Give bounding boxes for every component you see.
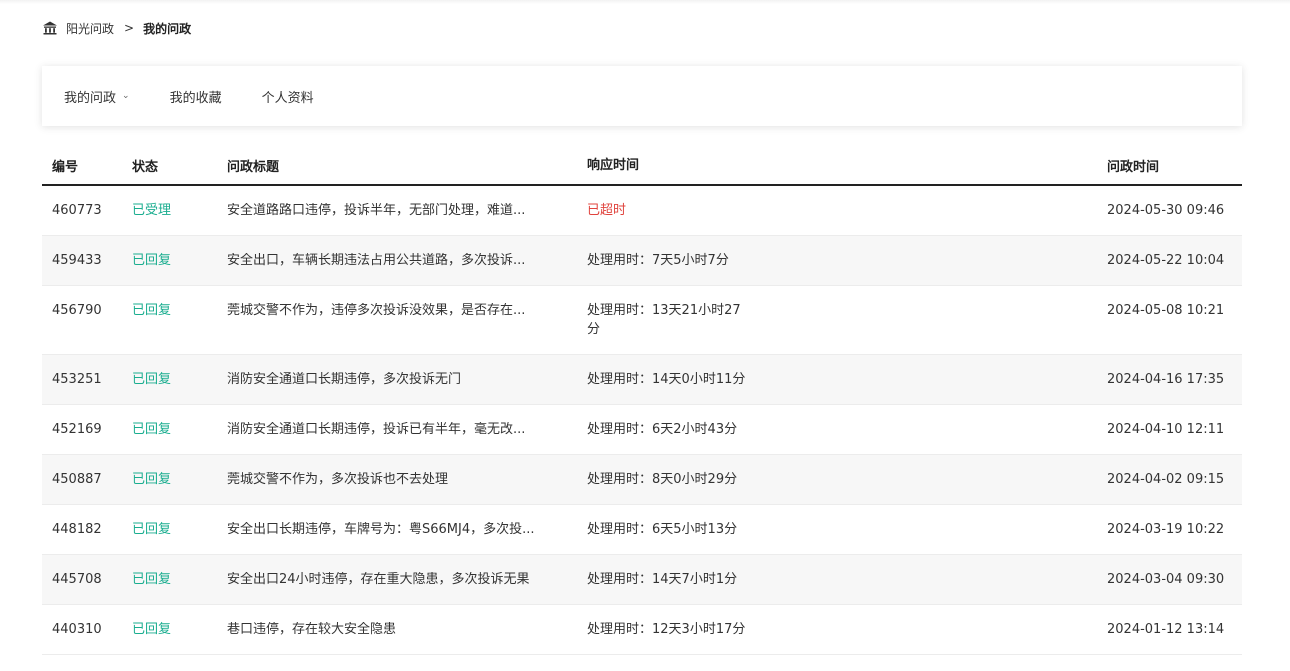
cell-status: 已回复: [132, 303, 172, 318]
home-icon[interactable]: [42, 20, 58, 36]
breadcrumb: 阳光问政 > 我的问政: [42, 18, 191, 38]
cell-id: 456790: [52, 303, 102, 318]
cell-time: 2024-04-10 12:11: [1107, 422, 1225, 437]
top-shadow: [0, 0, 1290, 4]
cell-id: 450887: [52, 472, 102, 487]
cell-title-link[interactable]: 安全出口24小时违停，存在重大隐患，多次投诉无果: [217, 572, 577, 588]
table-row[interactable]: 448182 已回复 安全出口长期违停，车牌号为：粤S66MJ4，多次投... …: [42, 505, 1242, 555]
cell-time: 2024-05-30 09:46: [1107, 203, 1225, 218]
cell-time: 2024-04-16 17:35: [1107, 372, 1225, 387]
tab-label: 我的问政: [64, 90, 117, 106]
tab-profile[interactable]: 个人资料: [262, 87, 314, 106]
table-row[interactable]: 460773 已受理 安全道路路口违停，投诉半年，无部门处理，难道... 已超时…: [42, 186, 1242, 236]
cell-title-link[interactable]: 巷口违停，存在较大安全隐患: [217, 622, 577, 638]
breadcrumb-separator: >: [124, 21, 135, 35]
header-status: 状态: [132, 159, 159, 175]
cell-time: 2024-04-02 09:15: [1107, 472, 1225, 487]
tab-my-favorites[interactable]: 我的收藏: [170, 87, 222, 106]
cell-response: 处理用时：6天5小时13分: [587, 522, 738, 537]
cell-time: 2024-01-12 13:14: [1107, 622, 1225, 637]
table-row[interactable]: 440310 已回复 巷口违停，存在较大安全隐患 处理用时：12天3小时17分 …: [42, 605, 1242, 655]
tab-my-inquiries[interactable]: 我的问政 ⌄: [64, 87, 130, 106]
cell-time: 2024-03-04 09:30: [1107, 572, 1225, 587]
cell-status: 已受理: [132, 203, 172, 218]
tab-bar: 我的问政 ⌄ 我的收藏 个人资料: [42, 66, 1242, 126]
table-row[interactable]: 452169 已回复 消防安全通道口长期违停，投诉已有半年，毫无改... 处理用…: [42, 405, 1242, 455]
cell-response: 处理用时：6天2小时43分: [587, 422, 738, 437]
chevron-down-icon: ⌄: [122, 91, 130, 101]
breadcrumb-current: 我的问政: [143, 21, 192, 36]
cell-status: 已回复: [132, 422, 172, 437]
cell-id: 453251: [52, 372, 102, 387]
cell-title-link[interactable]: 安全出口长期违停，车牌号为：粤S66MJ4，多次投...: [217, 522, 577, 538]
cell-title-link[interactable]: 莞城交警不作为，多次投诉也不去处理: [217, 472, 577, 488]
cell-response: 处理用时：7天5小时7分: [587, 253, 729, 268]
table-row[interactable]: 450887 已回复 莞城交警不作为，多次投诉也不去处理 处理用时：8天0小时2…: [42, 455, 1242, 505]
tab-label: 我的收藏: [169, 90, 222, 106]
cell-id: 459433: [52, 253, 102, 268]
cell-id: 440310: [52, 622, 102, 637]
cell-response: 处理用时：13天21小时27分: [587, 303, 741, 337]
cell-id: 452169: [52, 422, 102, 437]
cell-id: 445708: [52, 572, 102, 587]
cell-status: 已回复: [132, 372, 172, 387]
cell-time: 2024-05-22 10:04: [1107, 253, 1225, 268]
cell-id: 460773: [52, 203, 102, 218]
table-row[interactable]: 459433 已回复 安全出口，车辆长期违法占用公共道路，多次投诉... 处理用…: [42, 236, 1242, 286]
cell-response: 处理用时：14天0小时11分: [587, 372, 746, 387]
header-time: 问政时间: [1107, 159, 1160, 175]
cell-response: 处理用时：14天7小时1分: [587, 572, 738, 587]
cell-time: 2024-03-19 10:22: [1107, 522, 1225, 537]
tab-label: 个人资料: [261, 90, 314, 106]
cell-response: 处理用时：12天3小时17分: [587, 622, 746, 637]
cell-status: 已回复: [132, 472, 172, 487]
cell-title-link[interactable]: 安全道路路口违停，投诉半年，无部门处理，难道...: [217, 203, 577, 219]
cell-response: 处理用时：8天0小时29分: [587, 472, 738, 487]
cell-time: 2024-05-08 10:21: [1107, 303, 1225, 318]
table-row[interactable]: 445708 已回复 安全出口24小时违停，存在重大隐患，多次投诉无果 处理用时…: [42, 555, 1242, 605]
cell-title-link[interactable]: 消防安全通道口长期违停，投诉已有半年，毫无改...: [217, 422, 577, 438]
breadcrumb-home-link[interactable]: 阳光问政: [66, 20, 114, 37]
cell-status: 已回复: [132, 253, 172, 268]
cell-title-link[interactable]: 莞城交警不作为，违停多次投诉没效果，是否存在...: [217, 303, 577, 319]
header-title: 问政标题: [227, 159, 280, 175]
header-id: 编号: [52, 159, 79, 175]
cell-status: 已回复: [132, 522, 172, 537]
cell-title-link[interactable]: 消防安全通道口长期违停，多次投诉无门: [217, 372, 577, 388]
cell-response: 已超时: [587, 203, 627, 218]
cell-title-link[interactable]: 安全出口，车辆长期违法占用公共道路，多次投诉...: [217, 253, 577, 269]
cell-id: 448182: [52, 522, 102, 537]
inquiry-table: 编号 状态 问政标题 响应时间 问政时间 460773 已受理 安全道路路口违停…: [42, 146, 1242, 655]
cell-status: 已回复: [132, 572, 172, 587]
header-response: 响应时间: [587, 157, 640, 173]
cell-status: 已回复: [132, 622, 172, 637]
table-row[interactable]: 456790 已回复 莞城交警不作为，违停多次投诉没效果，是否存在... 处理用…: [42, 286, 1242, 355]
table-row[interactable]: 453251 已回复 消防安全通道口长期违停，多次投诉无门 处理用时：14天0小…: [42, 355, 1242, 405]
table-header: 编号 状态 问政标题 响应时间 问政时间: [42, 146, 1242, 186]
